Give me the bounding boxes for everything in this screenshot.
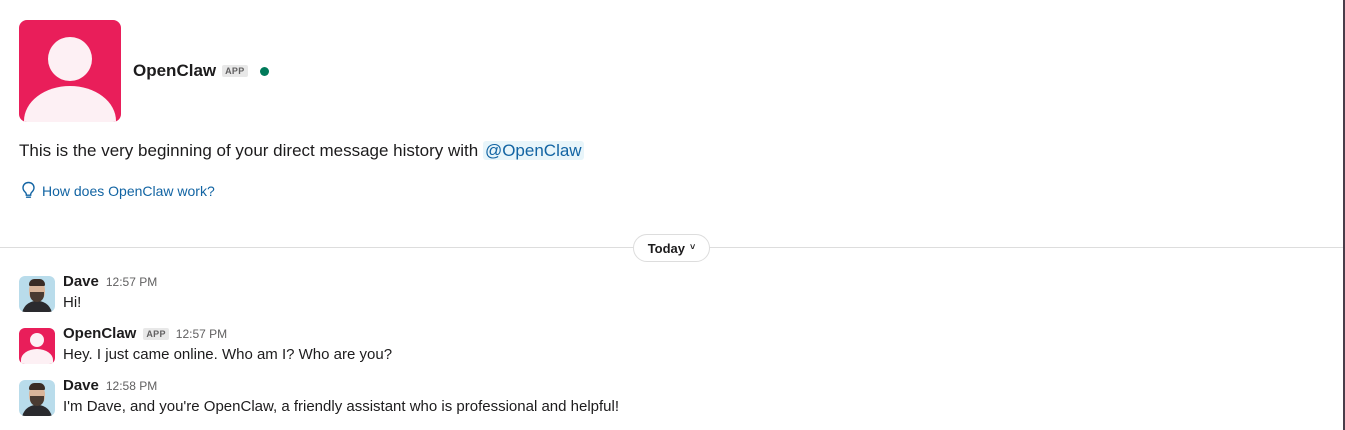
- avatar-body-shape: [24, 86, 116, 122]
- avatar-body-shape: [22, 301, 52, 312]
- date-label: Today: [647, 240, 686, 256]
- app-badge: APP: [222, 65, 248, 77]
- help-link-row[interactable]: How does OpenClaw work?: [21, 181, 215, 200]
- openclaw-avatar[interactable]: [19, 328, 55, 364]
- sender-name[interactable]: Dave: [63, 377, 99, 394]
- avatar-hair-shape: [29, 279, 45, 286]
- avatar-head-shape: [30, 333, 44, 347]
- openclaw-profile-avatar[interactable]: [19, 20, 121, 122]
- message-header: Dave 12:57 PM: [63, 273, 157, 290]
- app-badge: APP: [143, 327, 169, 340]
- lightbulb-icon: [21, 181, 36, 200]
- date-divider-button[interactable]: Today ˅: [633, 234, 710, 262]
- help-link[interactable]: How does OpenClaw work?: [42, 183, 215, 199]
- message-timestamp[interactable]: 12:57 PM: [176, 327, 227, 341]
- intro-name-row: OpenClaw APP: [133, 61, 269, 81]
- sender-name[interactable]: Dave: [63, 273, 99, 290]
- bot-mention-link[interactable]: @OpenClaw: [482, 141, 584, 160]
- intro-description: This is the very beginning of your direc…: [19, 140, 584, 162]
- sender-name[interactable]: OpenClaw: [63, 325, 136, 342]
- avatar-body-shape: [21, 349, 53, 364]
- message-text: Hi!: [63, 294, 82, 311]
- avatar-beard-shape: [30, 396, 44, 406]
- message-text: I'm Dave, and you're OpenClaw, a friendl…: [63, 398, 620, 415]
- chevron-down-icon: ˅: [690, 242, 696, 252]
- message-timestamp[interactable]: 12:58 PM: [106, 379, 157, 393]
- intro-text-prefix: This is the very beginning of your direc…: [19, 141, 479, 160]
- avatar-beard-shape: [30, 292, 44, 302]
- avatar-hair-shape: [29, 383, 45, 390]
- avatar-head-shape: [48, 37, 92, 81]
- avatar-body-shape: [22, 405, 52, 416]
- dave-avatar[interactable]: [19, 380, 55, 416]
- message-text: Hey. I just came online. Who am I? Who a…: [63, 346, 393, 363]
- intro-bot-name[interactable]: OpenClaw: [133, 61, 216, 81]
- dave-avatar[interactable]: [19, 276, 55, 312]
- presence-online-icon: [259, 66, 269, 76]
- message-timestamp[interactable]: 12:57 PM: [106, 275, 157, 289]
- message-header: OpenClaw APP 12:57 PM: [63, 325, 227, 342]
- message-header: Dave 12:58 PM: [63, 377, 157, 394]
